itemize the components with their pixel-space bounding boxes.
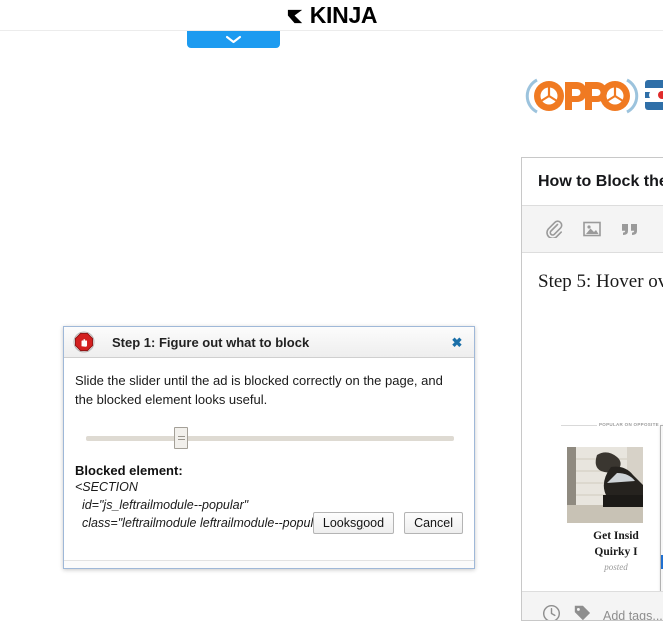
article-thumbnail [567,447,643,523]
editor-article-title[interactable]: How to Block the [522,158,663,206]
section-rule [561,425,597,426]
popular-section-label: POPULAR ON OPPOSITE [599,422,659,427]
expand-header-button[interactable] [187,31,280,48]
garage-photo-icon [567,447,643,523]
looks-good-suffix: ood [363,516,385,530]
dialog-title: Step 1: Figure out what to block [112,334,310,350]
editor-toolbar [522,206,663,253]
editor-document-body[interactable]: Step 5: Hover over POPULAR ON OPPOSITE [522,253,663,591]
kinja-logo[interactable]: KINJA [0,0,663,30]
site-header: KINJA [0,0,663,31]
dialog-titlebar: Step 1: Figure out what to block ✖ [64,327,474,358]
article-headline-line2: Quirky I [594,546,638,558]
blocked-element-code-line-1: <SECTION [75,480,138,494]
adblock-wizard-dialog: Step 1: Figure out what to block ✖ Slide… [63,326,475,569]
clock-icon[interactable] [542,604,561,620]
blocked-element-label: Blocked element: [75,463,183,478]
image-icon[interactable] [582,219,602,239]
adblock-stop-hand-icon [73,331,95,353]
chevron-down-icon [225,35,242,44]
looks-good-accesskey: g [356,516,364,530]
dialog-footer-strip [64,560,474,568]
oppo-logo-icon [525,78,639,114]
looks-good-button[interactable]: Looks g ood [312,512,395,534]
quote-icon[interactable] [620,219,640,239]
slider-grip-line [177,439,185,440]
dialog-action-buttons: Looks g ood Cancel [312,512,463,534]
cancel-button[interactable]: Cancel [404,512,463,534]
embedded-screenshot: POPULAR ON OPPOSITE Get Insid Quirky I p… [561,422,663,591]
oppo-ad-banner[interactable] [519,66,663,124]
article-byline: posted [604,562,628,572]
tag-icon[interactable] [573,604,591,620]
looks-good-prefix: Looks [322,516,357,530]
article-editor-panel: How to Block the Step 5: Hover o POPULAR… [521,157,663,621]
slider-thumb[interactable] [174,427,188,449]
slider-grip-line [177,436,185,437]
block-level-slider[interactable] [86,427,454,449]
close-icon[interactable]: ✖ [448,333,466,351]
article-headline-line1: Get Insid [593,530,639,542]
ad-secondary-graphic-icon [645,80,663,110]
article-headline[interactable]: Get Insid Quirky I [561,528,663,560]
slider-track[interactable] [86,436,454,441]
add-tags-input[interactable]: Add tags... [603,609,663,621]
dialog-instruction-text: Slide the slider until the ad is blocked… [75,373,443,407]
kinja-flag-mark-icon [286,7,305,26]
dialog-content: Slide the slider until the ad is blocked… [64,358,474,532]
document-step-heading: Step 5: Hover over [538,271,663,292]
editor-footer: Add tags... [522,591,663,621]
kinja-wordmark: KINJA [309,1,378,28]
paperclip-icon[interactable] [544,219,564,239]
